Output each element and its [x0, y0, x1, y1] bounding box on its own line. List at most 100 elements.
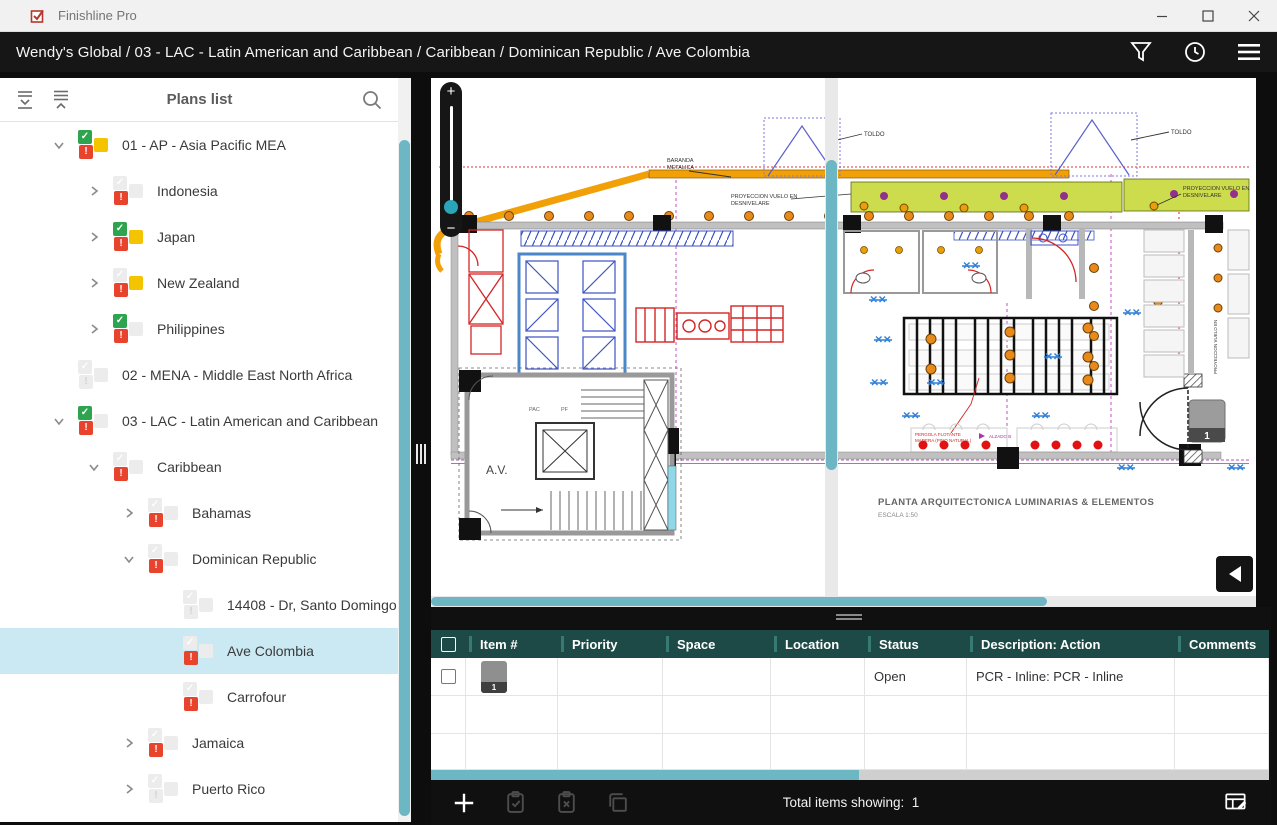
column-header-location[interactable]: Location: [771, 630, 865, 658]
table-horizontal-scrollbar-thumb[interactable]: [431, 770, 859, 780]
filter-button[interactable]: [1127, 38, 1155, 66]
plan-horizontal-scrollbar-thumb[interactable]: [431, 597, 1047, 606]
column-header-comments[interactable]: Comments: [1175, 630, 1269, 658]
alert-badge-icon: !: [114, 237, 128, 251]
zoom-slider-thumb[interactable]: [444, 200, 458, 214]
collapse-panel-button[interactable]: [1216, 556, 1253, 592]
zoom-slider-track[interactable]: [450, 106, 453, 212]
chevron-down-icon[interactable]: [48, 134, 70, 156]
chevron-right-icon[interactable]: [83, 226, 105, 248]
row-checkbox[interactable]: [431, 658, 466, 696]
alert-badge-icon: !: [184, 605, 198, 619]
chevron-down-icon[interactable]: [83, 456, 105, 478]
sidebar-scrollbar-thumb[interactable]: [399, 140, 410, 816]
alert-badge-icon: !: [149, 513, 163, 527]
divider-grip-icon[interactable]: [415, 444, 427, 464]
alert-badge-icon: !: [114, 329, 128, 343]
column-header-priority[interactable]: Priority: [558, 630, 663, 658]
tree-item-02-mena-middle-east-north-africa[interactable]: ✓!02 - MENA - Middle East North Africa: [0, 352, 399, 398]
chevron-right-icon[interactable]: [118, 778, 140, 800]
check-badge-icon: ✓: [183, 636, 197, 650]
sidebar-scrollbar[interactable]: [398, 78, 411, 822]
tree-item-jamaica[interactable]: ✓!Jamaica: [0, 720, 399, 766]
chevron-right-icon[interactable]: [83, 318, 105, 340]
close-button[interactable]: [1231, 0, 1277, 31]
plan-badge-icon: [164, 506, 178, 520]
chevron-right-icon[interactable]: [118, 502, 140, 524]
tree-item-philippines[interactable]: ✓!Philippines: [0, 306, 399, 352]
select-all-checkbox[interactable]: [431, 630, 466, 658]
plan-vertical-scrollbar[interactable]: [825, 78, 838, 596]
status-badges: ✓!: [148, 774, 178, 804]
svg-text:PROYECCION VUELO EN: PROYECCION VUELO EN: [731, 194, 797, 200]
table-cell: [431, 696, 466, 734]
tree-item-puerto-rico[interactable]: ✓!Puerto Rico: [0, 766, 399, 812]
chevron-right-icon[interactable]: [118, 732, 140, 754]
tree-item-japan[interactable]: ✓!Japan: [0, 214, 399, 260]
svg-text:TOLDO: TOLDO: [864, 132, 885, 138]
menu-button[interactable]: [1235, 38, 1263, 66]
plan-canvas[interactable]: PROYECCION VUELO EN DESNIVELARE PROYECCI…: [431, 78, 1256, 596]
panel-divider[interactable]: [411, 72, 431, 825]
total-items-label: Total items showing: 1: [431, 795, 1271, 810]
svg-text:PF: PF: [561, 407, 569, 413]
plan-horizontal-scrollbar[interactable]: [431, 596, 1256, 607]
panel-resize-grip[interactable]: [836, 614, 862, 622]
collapse-all-icon[interactable]: [48, 87, 74, 113]
plan-scale: ESCALA 1:50: [878, 512, 918, 519]
tree-item-indonesia[interactable]: ✓!Indonesia: [0, 168, 399, 214]
column-header-space[interactable]: Space: [663, 630, 771, 658]
maximize-button[interactable]: [1185, 0, 1231, 31]
expand-all-icon[interactable]: [12, 87, 38, 113]
status-badges: ✓!: [113, 222, 143, 252]
chevron-down-icon[interactable]: [48, 410, 70, 432]
table-cell: [663, 696, 771, 734]
plan-vertical-scrollbar-thumb[interactable]: [826, 160, 837, 470]
tree-item-label: 01 - AP - Asia Pacific MEA: [122, 137, 286, 153]
plan-badge-icon: [129, 230, 143, 244]
table-cell: [1175, 658, 1269, 696]
plan-badge-icon: [199, 598, 213, 612]
chevron-down-icon[interactable]: [118, 548, 140, 570]
column-header-status[interactable]: Status: [865, 630, 967, 658]
zoom-control: + −: [440, 82, 462, 237]
status-badges: ✓!: [78, 130, 108, 160]
table-row[interactable]: 1OpenPCR - Inline: PCR - Inline: [431, 658, 1269, 696]
minimize-button[interactable]: [1139, 0, 1185, 31]
zoom-in-button[interactable]: +: [440, 83, 462, 100]
chevron-right-icon[interactable]: [83, 180, 105, 202]
tree-item-01-ap-asia-pacific-mea[interactable]: ✓! 01 - AP - Asia Pacific MEA: [0, 122, 399, 168]
content-region: Plans list ✓!01 - AP - Asia Pacific MEA✓…: [0, 72, 1277, 825]
item-thumbnail[interactable]: 1: [481, 661, 507, 693]
sidebar-header: Plans list: [0, 78, 399, 122]
status-cell: Open: [865, 658, 967, 696]
tree-item-ave-colombia[interactable]: ✓!Ave Colombia: [0, 628, 399, 674]
table-cell: [431, 734, 466, 770]
edit-columns-button[interactable]: [1219, 785, 1253, 819]
check-badge-icon: ✓: [78, 130, 92, 144]
search-icon[interactable]: [359, 87, 385, 113]
zoom-out-button[interactable]: −: [440, 220, 462, 237]
plan-badge-icon: [129, 276, 143, 290]
tree-item-03-lac-latin-american-and-caribbean[interactable]: ✓!03 - LAC - Latin American and Caribbea…: [0, 398, 399, 444]
svg-text:A.V.: A.V.: [486, 463, 508, 477]
tree-item-label: New Zealand: [157, 275, 240, 291]
svg-text:DESNIVELARE: DESNIVELARE: [731, 201, 770, 207]
chevron-right-icon[interactable]: [83, 272, 105, 294]
table-horizontal-scrollbar[interactable]: [431, 770, 1269, 780]
column-header-item[interactable]: Item #: [466, 630, 558, 658]
plan-badge-icon: [164, 782, 178, 796]
tree-item-new-zealand[interactable]: ✓!New Zealand: [0, 260, 399, 306]
tree-item-label: Carrofour: [227, 689, 286, 705]
tree-item-caribbean[interactable]: ✓!Caribbean: [0, 444, 399, 490]
check-badge-icon: ✓: [78, 360, 92, 374]
history-button[interactable]: [1181, 38, 1209, 66]
plan-item-marker[interactable]: 1: [1189, 400, 1225, 442]
tree-item-carrofour[interactable]: ✓! Carrofour: [0, 674, 399, 720]
status-badges: ✓!: [183, 682, 213, 712]
column-header-description-action[interactable]: Description: Action: [967, 630, 1175, 658]
tree-item-dominican-republic[interactable]: ✓!Dominican Republic: [0, 536, 399, 582]
tree-item-14408-dr-santo-domingo-a[interactable]: ✓!14408 - Dr, Santo Domingo - A: [0, 582, 399, 628]
tree-item-bahamas[interactable]: ✓!Bahamas: [0, 490, 399, 536]
tree-spacer: [153, 594, 175, 616]
